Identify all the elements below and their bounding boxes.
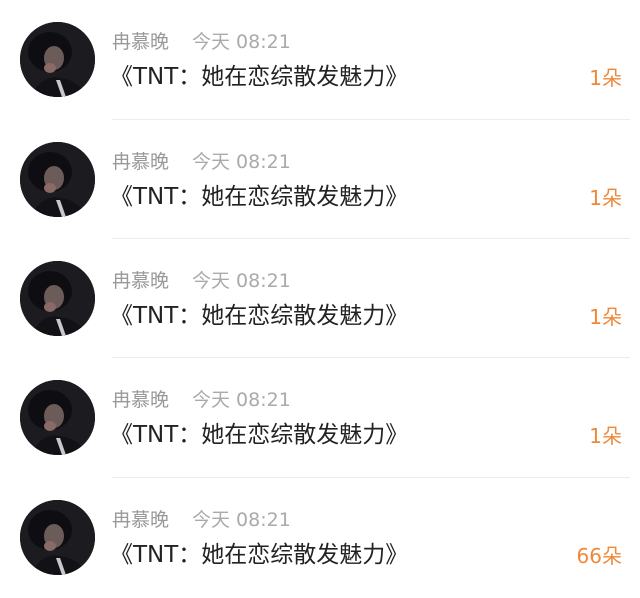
message-title[interactable]: 《TNT：她在恋综散发魅力》 — [110, 540, 408, 570]
message-time: 今天 08:21 — [192, 151, 291, 173]
message-title[interactable]: 《TNT：她在恋综散发魅力》 — [110, 182, 408, 212]
sender-name: 冉慕晚 — [112, 389, 170, 411]
message-row[interactable]: 冉慕晚 今天 08:21 《TNT：她在恋综散发魅力》 1朵 — [0, 239, 640, 358]
flower-count: 1朵 — [589, 424, 622, 448]
message-time: 今天 08:21 — [192, 509, 291, 531]
message-time: 今天 08:21 — [192, 270, 291, 292]
message-row[interactable]: 冉慕晚 今天 08:21 《TNT：她在恋综散发魅力》 66朵 — [0, 478, 640, 597]
message-row[interactable]: 冉慕晚 今天 08:21 《TNT：她在恋综散发魅力》 1朵 — [0, 120, 640, 239]
sender-name: 冉慕晚 — [112, 31, 170, 53]
flower-count: 1朵 — [589, 305, 622, 329]
avatar-photo-icon[interactable] — [20, 261, 95, 336]
flower-count: 1朵 — [589, 66, 622, 90]
message-row[interactable]: 冉慕晚 今天 08:21 《TNT：她在恋综散发魅力》 1朵 — [0, 0, 640, 119]
avatar-photo-icon[interactable] — [20, 380, 95, 455]
sender-name: 冉慕晚 — [112, 270, 170, 292]
message-title[interactable]: 《TNT：她在恋综散发魅力》 — [110, 301, 408, 331]
sender-name: 冉慕晚 — [112, 151, 170, 173]
message-time: 今天 08:21 — [192, 389, 291, 411]
flower-count: 66朵 — [576, 544, 622, 568]
avatar-photo-icon[interactable] — [20, 22, 95, 97]
avatar-photo-icon[interactable] — [20, 142, 95, 217]
message-row[interactable]: 冉慕晚 今天 08:21 《TNT：她在恋综散发魅力》 1朵 — [0, 358, 640, 477]
message-title[interactable]: 《TNT：她在恋综散发魅力》 — [110, 420, 408, 450]
message-time: 今天 08:21 — [192, 31, 291, 53]
avatar-photo-icon[interactable] — [20, 500, 95, 575]
sender-name: 冉慕晚 — [112, 509, 170, 531]
flower-count: 1朵 — [589, 186, 622, 210]
message-list: 冉慕晚 今天 08:21 《TNT：她在恋综散发魅力》 1朵 冉慕晚 今天 08… — [0, 0, 640, 598]
message-title[interactable]: 《TNT：她在恋综散发魅力》 — [110, 62, 408, 92]
